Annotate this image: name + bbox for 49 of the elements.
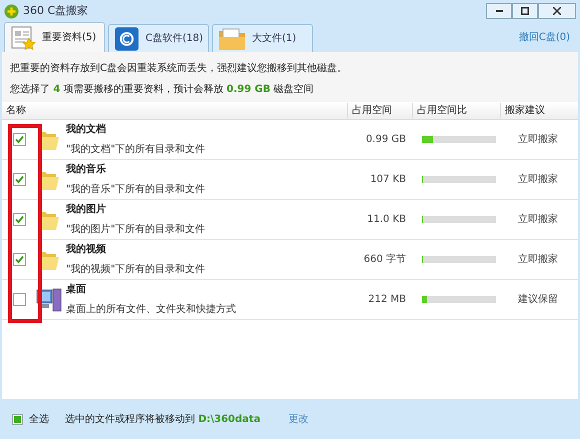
computer-icon	[36, 286, 62, 312]
plus-logo-icon	[4, 4, 19, 18]
column-header: 名称	[5, 104, 27, 118]
size-text: 660 字节	[362, 252, 407, 267]
column-header: 搬家建议	[500, 103, 578, 118]
item-description: "我的音乐"下所有的目录和文件	[66, 182, 206, 197]
item-name: 桌面	[66, 282, 87, 297]
size-text: 107 KB	[369, 173, 407, 187]
item-description: "我的视频"下所有的目录和文件	[66, 262, 206, 277]
column-header: 占用空间比	[412, 103, 500, 118]
advice-text: 立即搬家	[517, 172, 559, 187]
select-all-label: 全选	[29, 412, 49, 426]
maximize-icon	[521, 7, 529, 15]
checkbox[interactable]	[12, 213, 26, 226]
item-description: "我的文档"下的所有目录和文件	[66, 142, 206, 157]
notice-text: 把重要的资料存放到C盘会因重装系统而丢失，强烈建议您搬移到其他磁盘。	[10, 62, 348, 76]
close-icon	[553, 7, 561, 15]
item-name: 我的文档	[66, 122, 107, 137]
checkbox[interactable]	[12, 173, 26, 186]
advice-text: 立即搬家	[517, 132, 559, 147]
tab[interactable]: 重要资料(5)	[4, 22, 105, 52]
destination-text: 选中的文件或程序将被移动到 D:\360data	[65, 412, 260, 426]
minimize-button[interactable]	[486, 3, 512, 19]
advice-text: 立即搬家	[517, 212, 559, 227]
size-text: 0.99 GB	[364, 133, 407, 147]
advice-text: 立即搬家	[517, 252, 559, 267]
restore-link[interactable]: 撤回C盘(0)	[518, 30, 570, 45]
column-header: 占用空间	[347, 103, 412, 118]
document-star-icon	[10, 24, 36, 50]
checkbox[interactable]	[12, 133, 26, 146]
item-name: 我的音乐	[66, 162, 107, 177]
advice-text: 建议保留	[517, 292, 559, 307]
close-button[interactable]	[538, 3, 576, 19]
item-description: 桌面上的所有文件、文件夹和快捷方式	[66, 302, 236, 317]
summary-text: 您选择了 4 项需要搬移的重要资料，预计会释放 0.99 GB 磁盘空间	[10, 82, 315, 97]
size-text: 11.0 KB	[366, 213, 407, 227]
tab[interactable]: C盘软件(18)	[108, 24, 209, 52]
size-text: 212 MB	[367, 293, 407, 307]
maximize-button[interactable]	[512, 3, 538, 19]
item-description: "我的图片"下所有的目录和文件	[66, 222, 206, 237]
item-name: 我的视频	[66, 242, 107, 257]
checkbox[interactable]	[12, 293, 26, 306]
tab[interactable]: 大文件(1)	[212, 24, 313, 52]
item-name: 我的图片	[66, 202, 107, 217]
checkbox[interactable]	[12, 253, 26, 266]
select-all-checkbox[interactable]	[12, 414, 23, 424]
folder-icon	[218, 26, 246, 50]
window-title: 360 C盘搬家	[23, 2, 88, 19]
minimize-icon	[496, 10, 502, 12]
